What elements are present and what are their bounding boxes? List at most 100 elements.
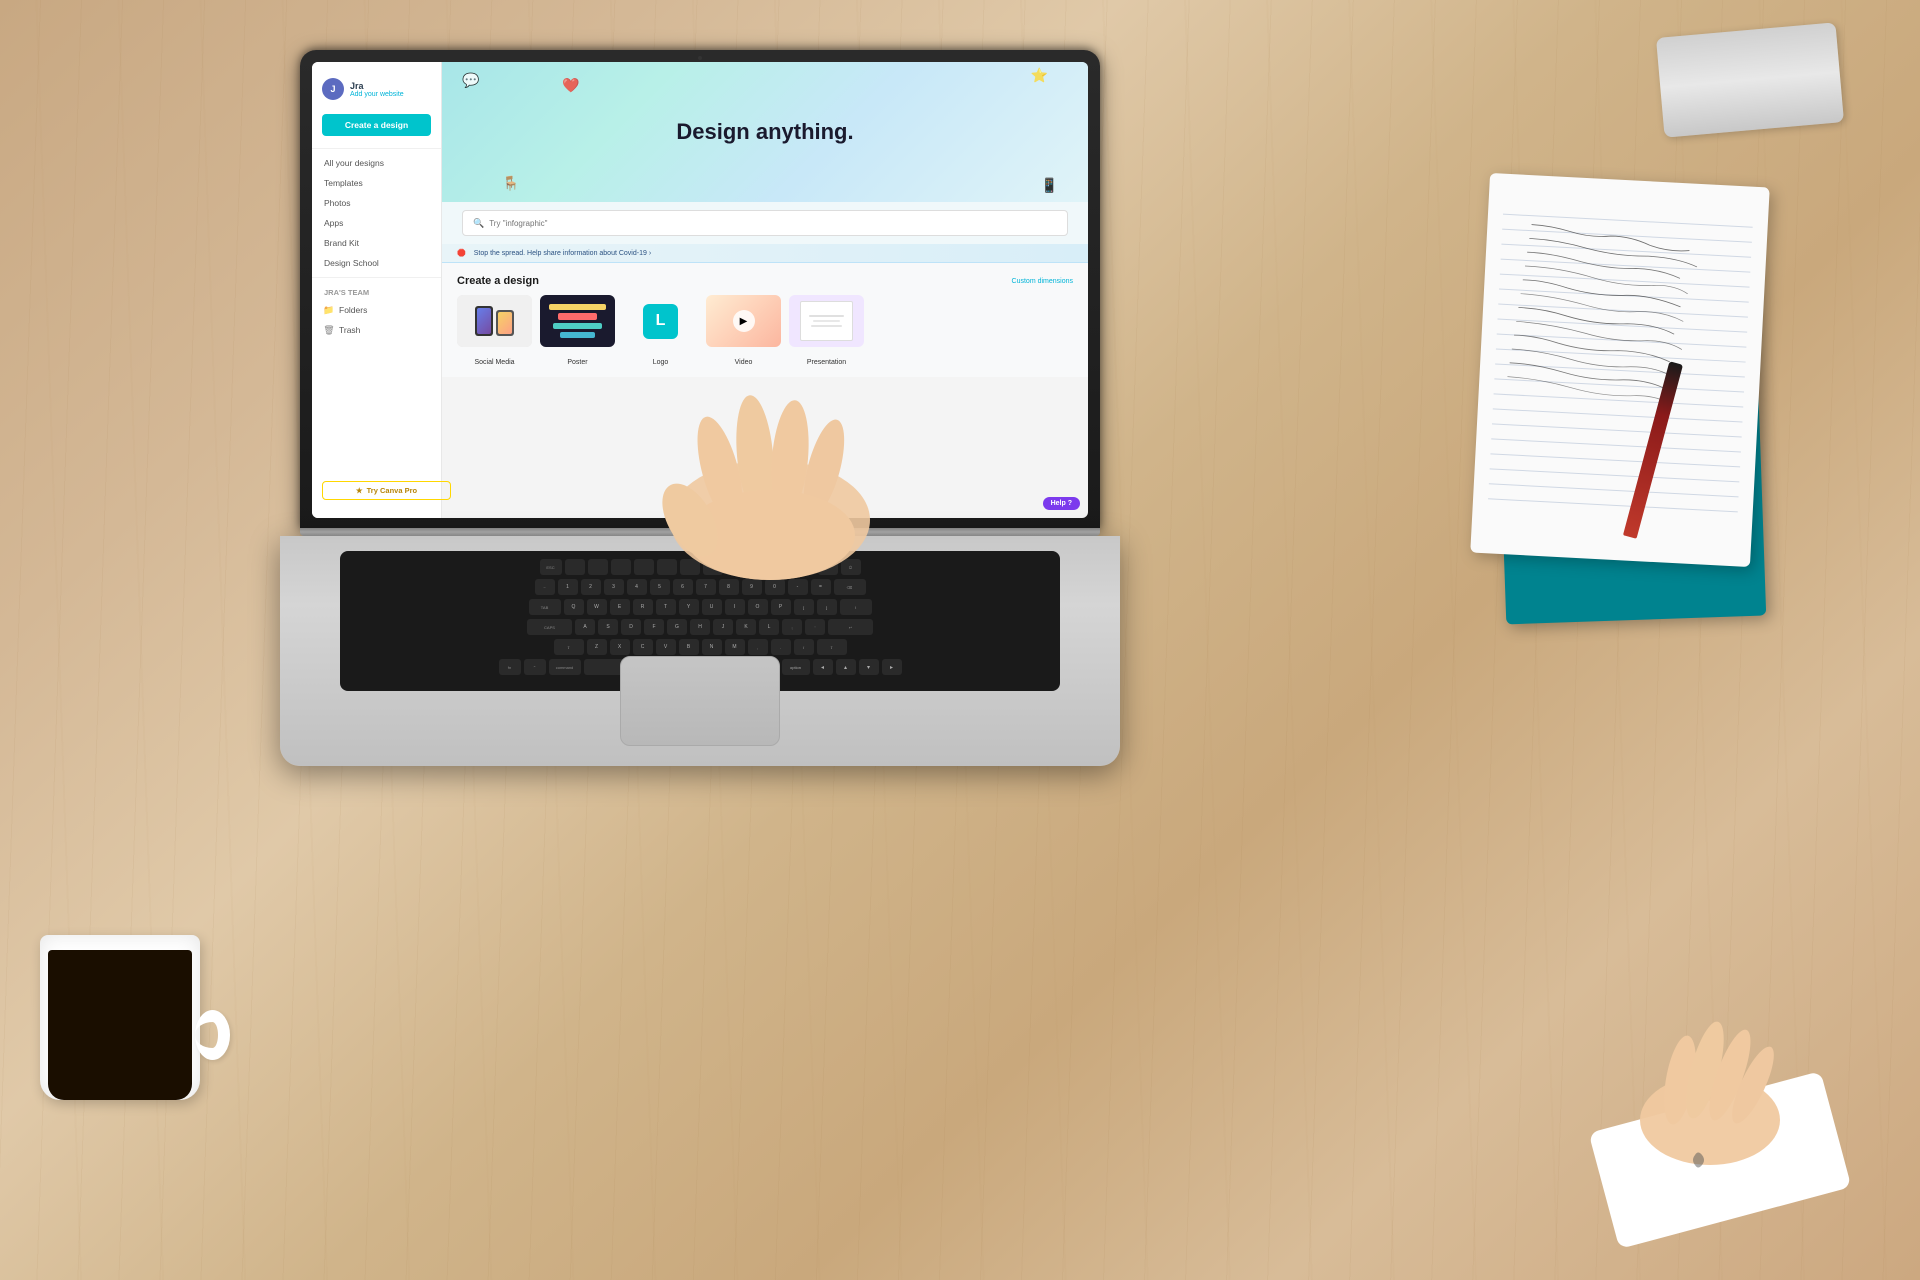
design-option-video[interactable]: ▶ Video xyxy=(706,295,781,369)
key-o[interactable]: O xyxy=(748,599,768,615)
key-w[interactable]: W xyxy=(587,599,607,615)
covid-text: Stop the spread. Help share information … xyxy=(474,250,651,257)
key-q[interactable]: Q xyxy=(564,599,584,615)
sidebar-divider xyxy=(312,148,441,149)
try-canva-pro-button[interactable]: ★ Try Canva Pro xyxy=(322,481,451,500)
key-t[interactable]: T xyxy=(656,599,676,615)
sidebar-item-trash[interactable]: 🗑 Trash xyxy=(312,320,441,340)
handwriting-text xyxy=(1507,192,1753,218)
design-option-logo[interactable]: L Logo xyxy=(623,295,698,369)
key-enter[interactable]: ↩ xyxy=(828,619,873,635)
sidebar-item-apps[interactable]: Apps xyxy=(312,213,441,233)
custom-dimensions-button[interactable]: Custom dimensions xyxy=(1012,278,1073,285)
key-bracket-l[interactable]: [ xyxy=(794,599,814,615)
key-x[interactable]: X xyxy=(610,639,630,655)
key-3[interactable]: 3 xyxy=(604,579,624,595)
key-arrow-down[interactable]: ▾ xyxy=(859,659,879,675)
user-info: Jra Add your website xyxy=(350,81,431,98)
hero-deco-5: ❤️ xyxy=(562,77,579,94)
key-comma[interactable]: , xyxy=(748,639,768,655)
key-g[interactable]: G xyxy=(667,619,687,635)
user-website-link[interactable]: Add your website xyxy=(350,91,431,98)
sidebar-item-all-designs[interactable]: All your designs xyxy=(312,153,441,173)
hero-deco-3: 🪑 xyxy=(502,175,519,192)
key-r[interactable]: R xyxy=(633,599,653,615)
key-backtick[interactable]: ~ xyxy=(535,579,555,595)
key-tab[interactable]: TAB xyxy=(529,599,561,615)
sidebar-item-templates[interactable]: Templates xyxy=(312,173,441,193)
key-h[interactable]: H xyxy=(690,619,710,635)
key-u[interactable]: U xyxy=(702,599,722,615)
key-esc[interactable]: ESC xyxy=(540,559,562,575)
key-e[interactable]: E xyxy=(610,599,630,615)
key-bracket-r[interactable]: ] xyxy=(817,599,837,615)
design-school-label: Design School xyxy=(324,258,379,268)
key-period[interactable]: . xyxy=(771,639,791,655)
sidebar-item-photos[interactable]: Photos xyxy=(312,193,441,213)
key-b[interactable]: B xyxy=(679,639,699,655)
sidebar-item-folders[interactable]: 📁 Folders xyxy=(312,300,441,320)
avatar: J xyxy=(322,78,344,100)
key-shift-r[interactable]: ⇧ xyxy=(817,639,847,655)
key-y[interactable]: Y xyxy=(679,599,699,615)
key-v[interactable]: V xyxy=(656,639,676,655)
key-shift-l[interactable]: ⇧ xyxy=(554,639,584,655)
video-thumb: ▶ xyxy=(706,295,781,347)
key-1[interactable]: 1 xyxy=(558,579,578,595)
key-2[interactable]: 2 xyxy=(581,579,601,595)
create-design-button[interactable]: Create a design xyxy=(322,114,431,136)
key-j[interactable]: J xyxy=(713,619,733,635)
social-media-thumb xyxy=(457,295,532,347)
folders-label: Folders xyxy=(339,305,367,315)
key-fn[interactable]: fn xyxy=(499,659,521,675)
help-button[interactable]: Help ? xyxy=(1043,497,1080,510)
design-option-poster[interactable]: Poster xyxy=(540,295,615,369)
templates-label: Templates xyxy=(324,178,363,188)
design-option-presentation[interactable]: Presentation xyxy=(789,295,864,369)
key-m[interactable]: M xyxy=(725,639,745,655)
key-f[interactable]: F xyxy=(644,619,664,635)
key-d[interactable]: D xyxy=(621,619,641,635)
key-slash[interactable]: / xyxy=(794,639,814,655)
hand-typing xyxy=(640,390,900,590)
key-capslock[interactable]: CAPS xyxy=(527,619,572,635)
key-option-right[interactable]: option xyxy=(782,659,810,675)
key-f2[interactable] xyxy=(588,559,608,575)
key-s[interactable]: S xyxy=(598,619,618,635)
create-section-header: Create a design Custom dimensions xyxy=(457,275,1073,287)
key-arrow-left[interactable]: ◂ xyxy=(813,659,833,675)
key-l[interactable]: L xyxy=(759,619,779,635)
key-row-qwerty: TAB Q W E R T Y U I O P [ ] \ xyxy=(348,599,1052,615)
key-semicolon[interactable]: ; xyxy=(782,619,802,635)
key-z[interactable]: Z xyxy=(587,639,607,655)
key-arrow-right[interactable]: ▸ xyxy=(882,659,902,675)
key-quote[interactable]: ' xyxy=(805,619,825,635)
key-backslash[interactable]: \ xyxy=(840,599,872,615)
touchpad[interactable] xyxy=(620,656,780,746)
key-f3[interactable] xyxy=(611,559,631,575)
key-ctrl[interactable]: ⌃ xyxy=(524,659,546,675)
key-p[interactable]: P xyxy=(771,599,791,615)
presentation-thumb xyxy=(789,295,864,347)
sidebar-user-profile[interactable]: J Jra Add your website xyxy=(312,72,441,106)
search-input[interactable] xyxy=(489,219,1057,228)
key-k[interactable]: K xyxy=(736,619,756,635)
key-a[interactable]: A xyxy=(575,619,595,635)
key-c[interactable]: C xyxy=(633,639,653,655)
sidebar-item-design-school[interactable]: Design School xyxy=(312,253,441,273)
key-i[interactable]: I xyxy=(725,599,745,615)
key-row-asdf: CAPS A S D F G H J K L ; ' ↩ xyxy=(348,619,1052,635)
search-bar-container: 🔍 xyxy=(442,202,1088,244)
sidebar-divider-2 xyxy=(312,277,441,278)
key-n[interactable]: N xyxy=(702,639,722,655)
poster-thumb xyxy=(540,295,615,347)
key-option-left[interactable]: command xyxy=(549,659,581,675)
key-arrow-up[interactable]: ▴ xyxy=(836,659,856,675)
key-f1[interactable] xyxy=(565,559,585,575)
user-name: Jra xyxy=(350,81,431,91)
covid-info-banner[interactable]: 🛑 Stop the spread. Help share informatio… xyxy=(442,244,1088,263)
cup-handle xyxy=(195,1010,230,1060)
design-option-social-media[interactable]: Social Media xyxy=(457,295,532,369)
search-bar[interactable]: 🔍 xyxy=(462,210,1068,236)
sidebar-item-brand-kit[interactable]: Brand Kit xyxy=(312,233,441,253)
